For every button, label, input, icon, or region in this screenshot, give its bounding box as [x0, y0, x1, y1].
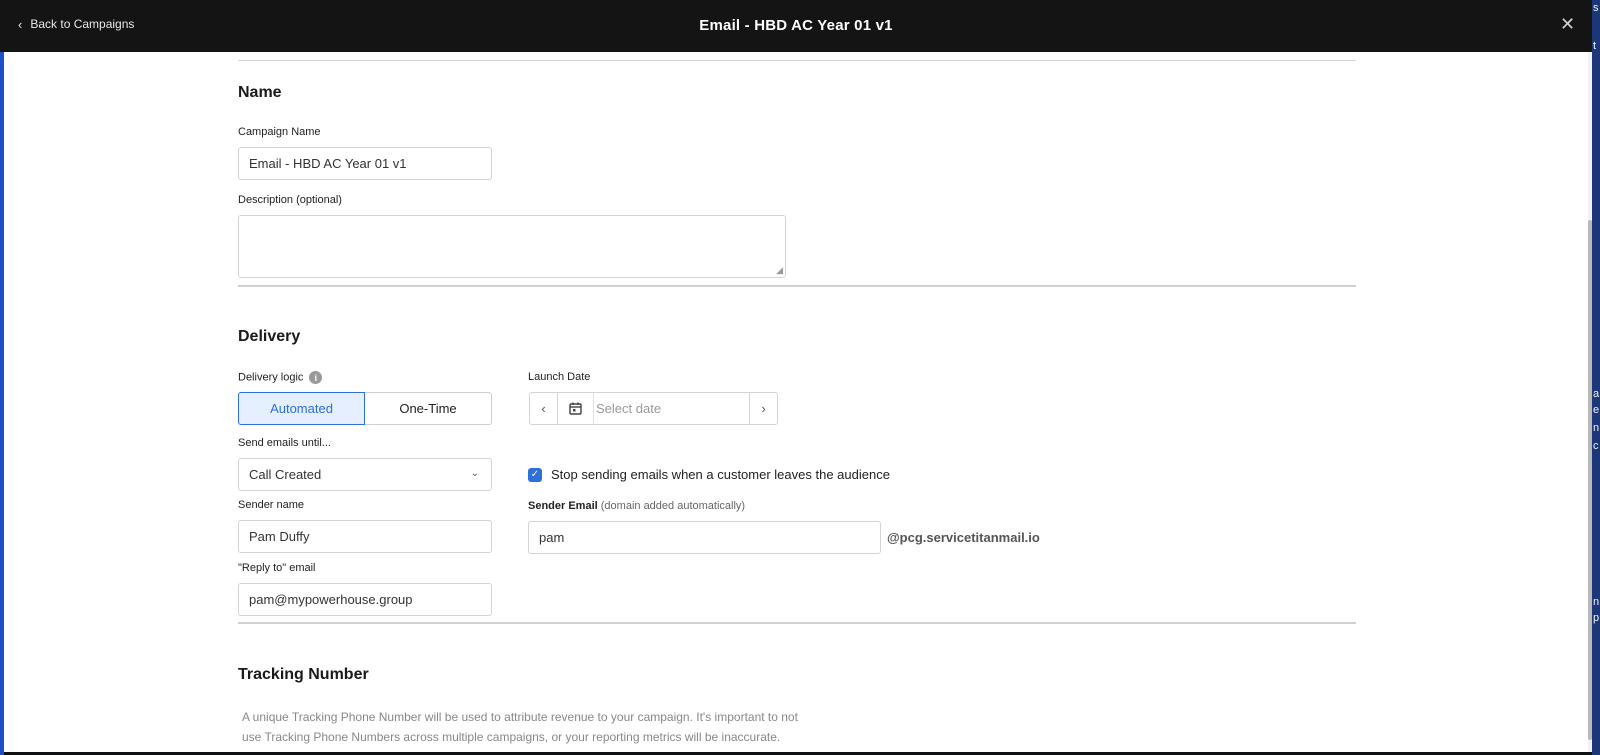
description-label: Description (optional): [238, 194, 342, 206]
send-until-value: Call Created: [249, 467, 322, 482]
section-heading-name: Name: [238, 84, 282, 101]
launch-date-input[interactable]: Select date: [594, 393, 749, 424]
send-until-label: Send emails until...: [238, 437, 331, 449]
description-textarea[interactable]: ◢: [238, 215, 786, 278]
top-bar: ‹ Back to Campaigns Email - HBD AC Year …: [0, 0, 1592, 52]
sender-name-label: Sender name: [238, 499, 305, 511]
sender-email-hint: (domain added automatically): [600, 500, 746, 512]
info-icon[interactable]: i: [309, 371, 323, 384]
divider: [238, 60, 1356, 61]
delivery-option-automated[interactable]: Automated: [238, 392, 365, 425]
edge-fragment: n: [1593, 596, 1600, 608]
launch-date-label: Launch Date: [528, 371, 591, 383]
chevron-down-icon: ⌄: [470, 468, 479, 479]
section-heading-delivery: Delivery: [238, 328, 301, 345]
scrollbar[interactable]: [1588, 52, 1592, 752]
sender-email-label-text: Sender Email: [528, 500, 598, 512]
delivery-logic-toggle: Automated One-Time: [238, 392, 492, 425]
edge-fragment: s: [1593, 2, 1599, 14]
campaign-name-input[interactable]: Email - HBD AC Year 01 v1: [238, 147, 492, 180]
send-until-select[interactable]: Call Created ⌄: [238, 458, 492, 491]
tracking-description-line: A unique Tracking Phone Number will be u…: [242, 710, 798, 724]
close-icon[interactable]: ✕: [1560, 14, 1575, 35]
resize-handle-icon[interactable]: ◢: [776, 265, 783, 276]
sender-name-input[interactable]: Pam Duffy: [238, 520, 492, 553]
sender-email-domain: @pcg.servicetitanmail.io: [887, 530, 1040, 545]
delivery-option-one-time[interactable]: One-Time: [365, 392, 492, 425]
reply-to-input[interactable]: pam@mypowerhouse.group: [238, 583, 492, 616]
edge-fragment: e: [1593, 404, 1600, 416]
edge-fragment: a: [1593, 388, 1600, 400]
delivery-logic-text: Delivery logic: [238, 371, 304, 384]
chevron-right-icon[interactable]: ›: [749, 393, 777, 424]
right-window-edge: s t a e n c n p: [1592, 0, 1600, 755]
edge-fragment: n: [1593, 422, 1600, 434]
campaign-form: Name Campaign Name Email - HBD AC Year 0…: [4, 52, 1588, 752]
tracking-description: A unique Tracking Phone Number will be u…: [242, 707, 802, 747]
delivery-logic-label: Delivery logic i: [238, 371, 323, 384]
campaign-name-label: Campaign Name: [238, 126, 321, 138]
sender-email-input[interactable]: pam: [528, 521, 881, 554]
section-heading-tracking: Tracking Number: [238, 666, 369, 683]
reply-to-label: "Reply to" email: [238, 562, 316, 574]
edge-fragment: t: [1593, 40, 1597, 52]
page-title: Email - HBD AC Year 01 v1: [699, 17, 893, 34]
stop-sending-checkbox[interactable]: ✓: [528, 467, 542, 482]
edge-fragment: p: [1593, 612, 1600, 624]
calendar-icon[interactable]: [558, 393, 594, 424]
scrollbar-thumb[interactable]: [1588, 220, 1592, 740]
divider: [238, 285, 1356, 287]
stop-sending-label: Stop sending emails when a customer leav…: [551, 467, 890, 482]
sender-email-label: Sender Email (domain added automatically…: [528, 500, 745, 512]
edge-fragment: c: [1593, 440, 1599, 452]
launch-date-picker: ‹ Select date ›: [529, 392, 778, 425]
tracking-description-line: use Tracking Phone Numbers across multip…: [242, 730, 781, 744]
stop-sending-option[interactable]: ✓ Stop sending emails when a customer le…: [528, 467, 890, 482]
divider: [238, 622, 1356, 624]
chevron-left-icon[interactable]: ‹: [530, 393, 558, 424]
